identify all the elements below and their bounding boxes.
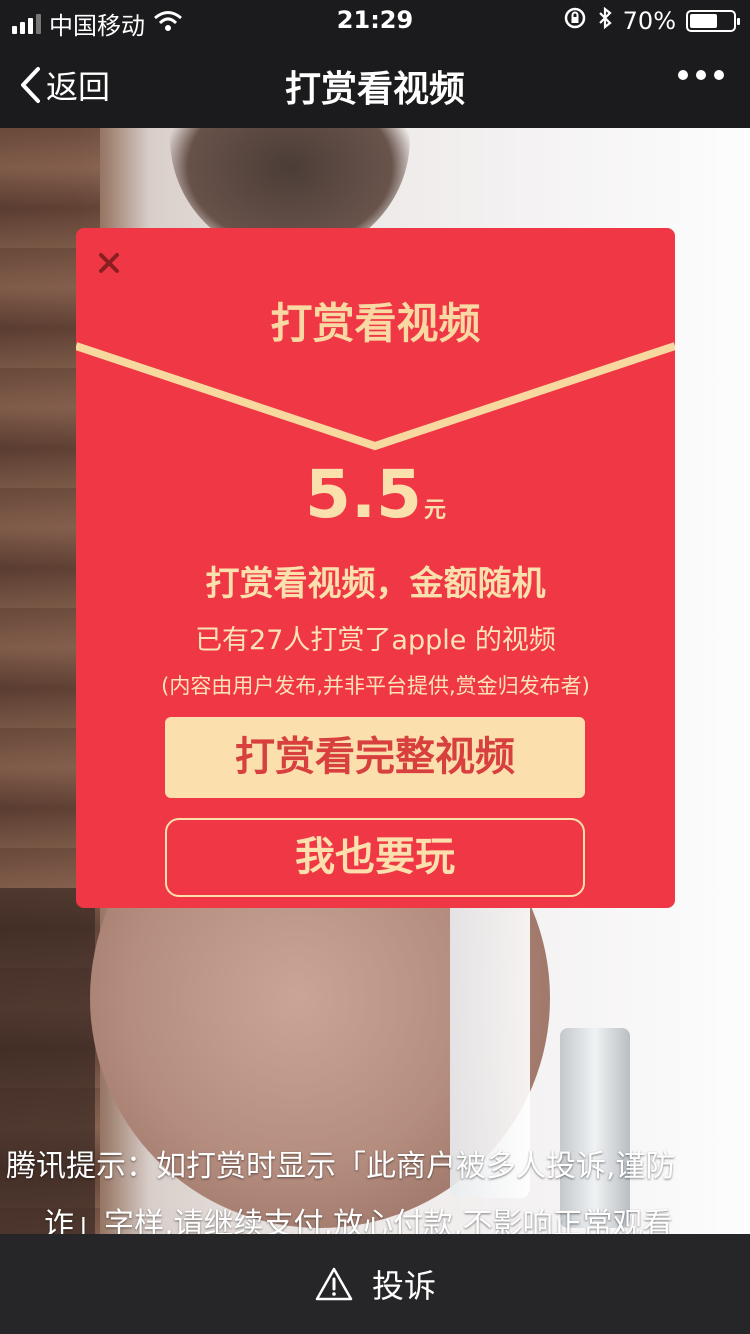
reward-modal: 打赏看视频 5.5元 打赏看视频，金额随机 已有27人打赏了apple 的视频 … [76, 228, 675, 908]
modal-subtitle: 打赏看视频，金额随机 [205, 564, 546, 604]
back-button[interactable]: 返回 [18, 62, 110, 108]
disclaimer-text: (内容由用户发布,并非平台提供,赏金归发布者) [161, 674, 590, 698]
bluetooth-icon [597, 6, 613, 36]
page-title: 打赏看视频 [284, 69, 465, 110]
status-right: 70% [563, 6, 740, 36]
battery-icon [686, 10, 740, 32]
reward-amount: 5.5元 [76, 456, 675, 533]
close-icon[interactable] [98, 252, 120, 278]
watch-full-video-button[interactable]: 打赏看完整视频 [165, 717, 585, 798]
navigation-bar: 返回 打赏看视频 [0, 40, 750, 128]
back-label: 返回 [46, 68, 111, 106]
reward-count-text: 已有27人打赏了apple 的视频 [195, 625, 556, 656]
notice-line-1: 腾讯提示：如打赏时显示「此商户被多人投诉,谨防 [6, 1149, 676, 1184]
report-label: 投诉 [371, 1267, 436, 1305]
warning-icon [315, 1267, 353, 1301]
battery-percent: 70% [622, 7, 676, 35]
i-want-to-play-button[interactable]: 我也要玩 [165, 818, 585, 897]
modal-title: 打赏看视频 [270, 299, 481, 348]
amount-value: 5.5 [305, 456, 422, 533]
status-bar: 中国移动 21:29 70% [0, 0, 750, 40]
report-button[interactable]: 投诉 [0, 1234, 750, 1334]
rotation-lock-icon [563, 6, 587, 36]
chevron-left-icon [21, 67, 40, 103]
more-dots-icon[interactable] [678, 70, 724, 80]
amount-unit: 元 [423, 498, 446, 523]
